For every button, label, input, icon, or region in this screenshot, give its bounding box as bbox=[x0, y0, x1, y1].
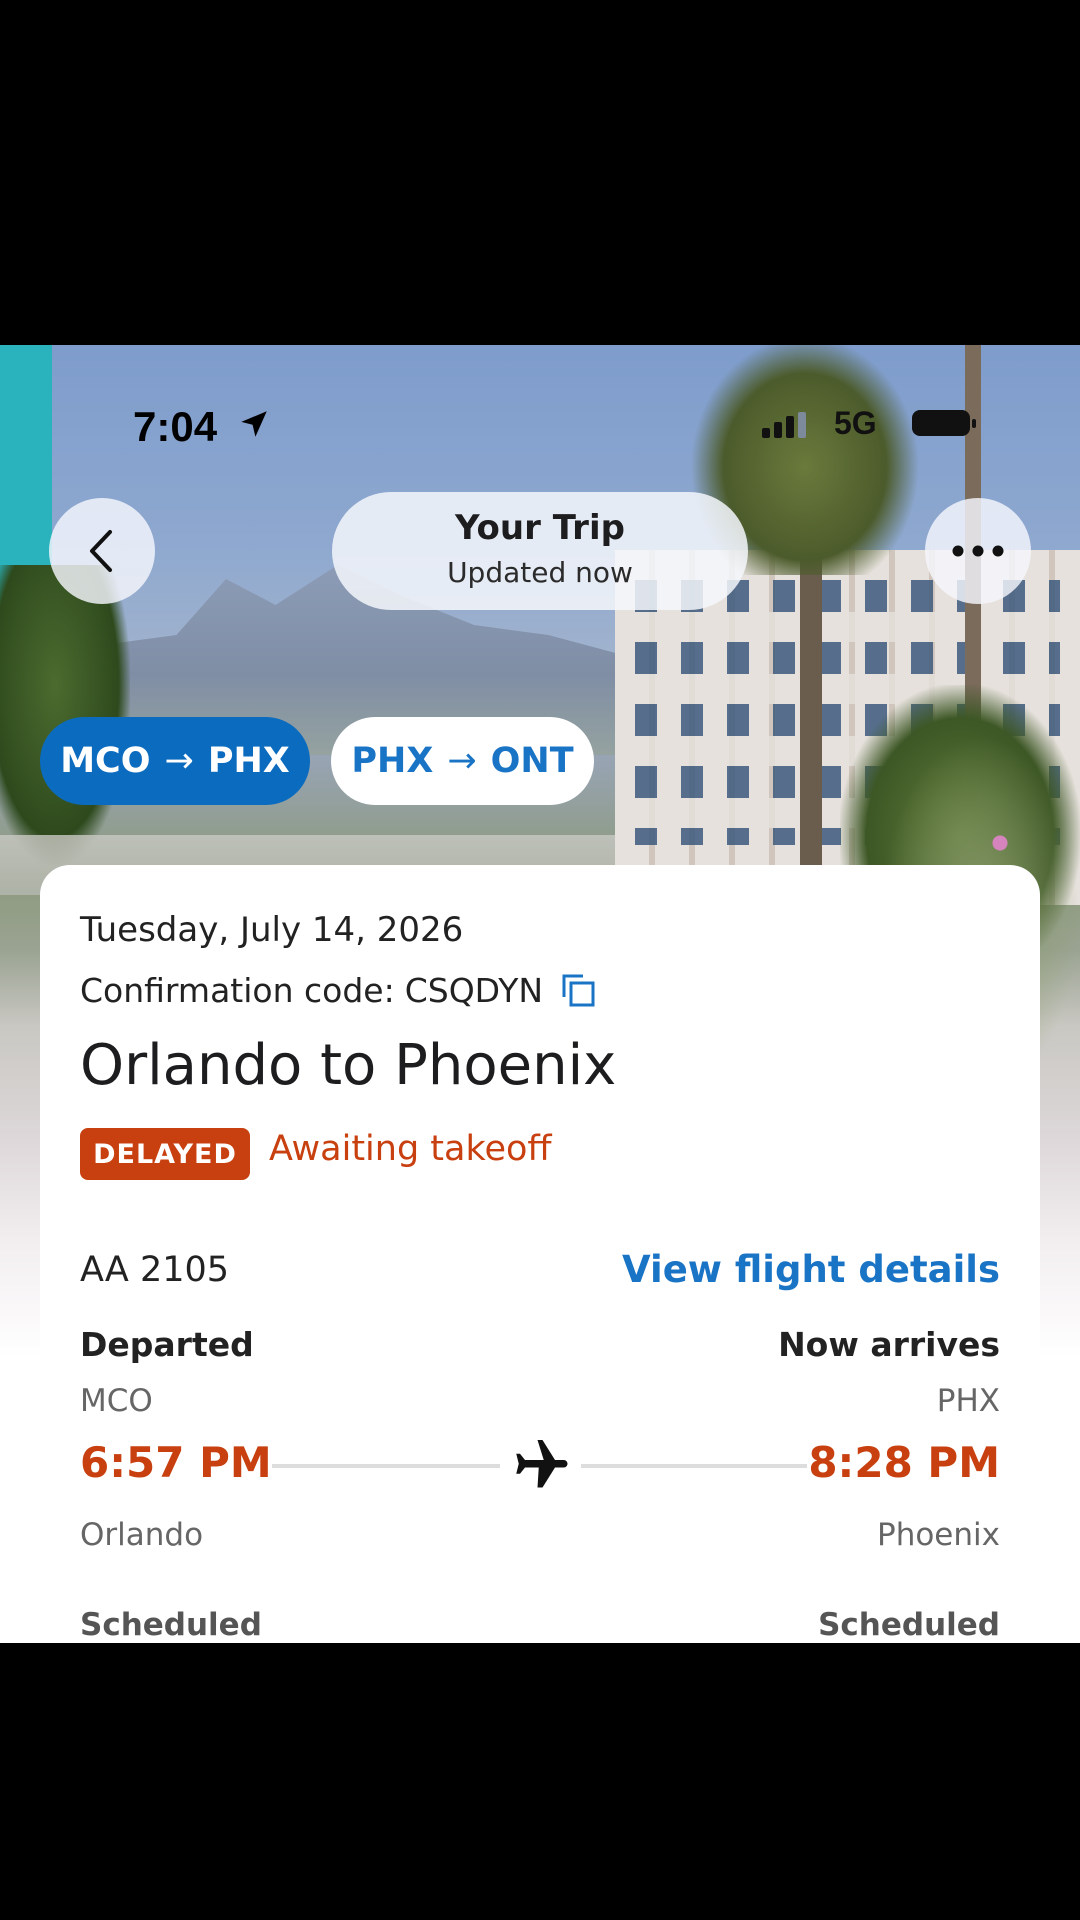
airplane-icon bbox=[516, 1440, 568, 1488]
segment-origin: PHX bbox=[351, 741, 434, 781]
chevron-left-icon bbox=[90, 530, 112, 572]
signal-icon bbox=[762, 412, 806, 438]
flight-number: AA 2105 bbox=[80, 1250, 230, 1290]
status-time: 7:04 bbox=[133, 403, 218, 450]
trip-date: Tuesday, July 14, 2026 bbox=[80, 910, 464, 950]
arrive-time: 8:28 PM bbox=[808, 1438, 1000, 1487]
arrow-right-icon: → bbox=[447, 741, 477, 781]
arrow-right-icon: → bbox=[164, 741, 194, 781]
updated-status: Updated now bbox=[447, 556, 633, 589]
arrive-label: Now arrives bbox=[778, 1325, 1000, 1364]
copy-icon[interactable] bbox=[561, 973, 597, 1009]
segment-destination: ONT bbox=[490, 741, 574, 781]
confirmation-code: CSQDYN bbox=[404, 971, 544, 1010]
trip-card: Tuesday, July 14, 2026 Confirmation code… bbox=[40, 865, 1040, 1643]
depart-airport-code: MCO bbox=[80, 1383, 153, 1419]
tab-segment-phx-ont[interactable]: PHX → ONT bbox=[331, 717, 594, 805]
more-options-button[interactable] bbox=[925, 498, 1031, 604]
tab-segment-mco-phx[interactable]: MCO → PHX bbox=[40, 717, 310, 805]
header-title-pill: Your Trip Updated now bbox=[332, 492, 748, 610]
confirmation-row: Confirmation code: CSQDYN bbox=[80, 971, 597, 1010]
depart-scheduled-label: Scheduled bbox=[80, 1607, 262, 1643]
network-indicator: 5G bbox=[834, 405, 877, 441]
arrive-scheduled-label: Scheduled bbox=[818, 1607, 1000, 1643]
route-title: Orlando to Phoenix bbox=[80, 1033, 617, 1098]
depart-time: 6:57 PM bbox=[80, 1438, 272, 1487]
route-line bbox=[272, 1464, 500, 1468]
arrive-airport-code: PHX bbox=[936, 1383, 1000, 1419]
battery-icon bbox=[912, 410, 976, 436]
route-line bbox=[581, 1464, 807, 1468]
back-button[interactable] bbox=[49, 498, 155, 604]
location-arrow-icon bbox=[241, 411, 267, 437]
depart-city: Orlando bbox=[80, 1517, 204, 1553]
arrive-city: Phoenix bbox=[877, 1517, 1000, 1553]
status-badge: DELAYED bbox=[80, 1128, 250, 1180]
flight-status-text: Awaiting takeoff bbox=[269, 1129, 552, 1169]
tree bbox=[0, 565, 130, 865]
ellipsis-icon bbox=[952, 545, 1004, 557]
segment-destination: PHX bbox=[207, 741, 290, 781]
page-title: Your Trip bbox=[455, 508, 625, 548]
app-screen: 7:04 5G Your Trip Updated now MCO → PHX … bbox=[0, 345, 1080, 1643]
depart-label: Departed bbox=[80, 1325, 254, 1364]
view-flight-details-link[interactable]: View flight details bbox=[622, 1248, 1000, 1291]
confirmation-label: Confirmation code: bbox=[80, 971, 395, 1010]
segment-origin: MCO bbox=[60, 741, 151, 781]
